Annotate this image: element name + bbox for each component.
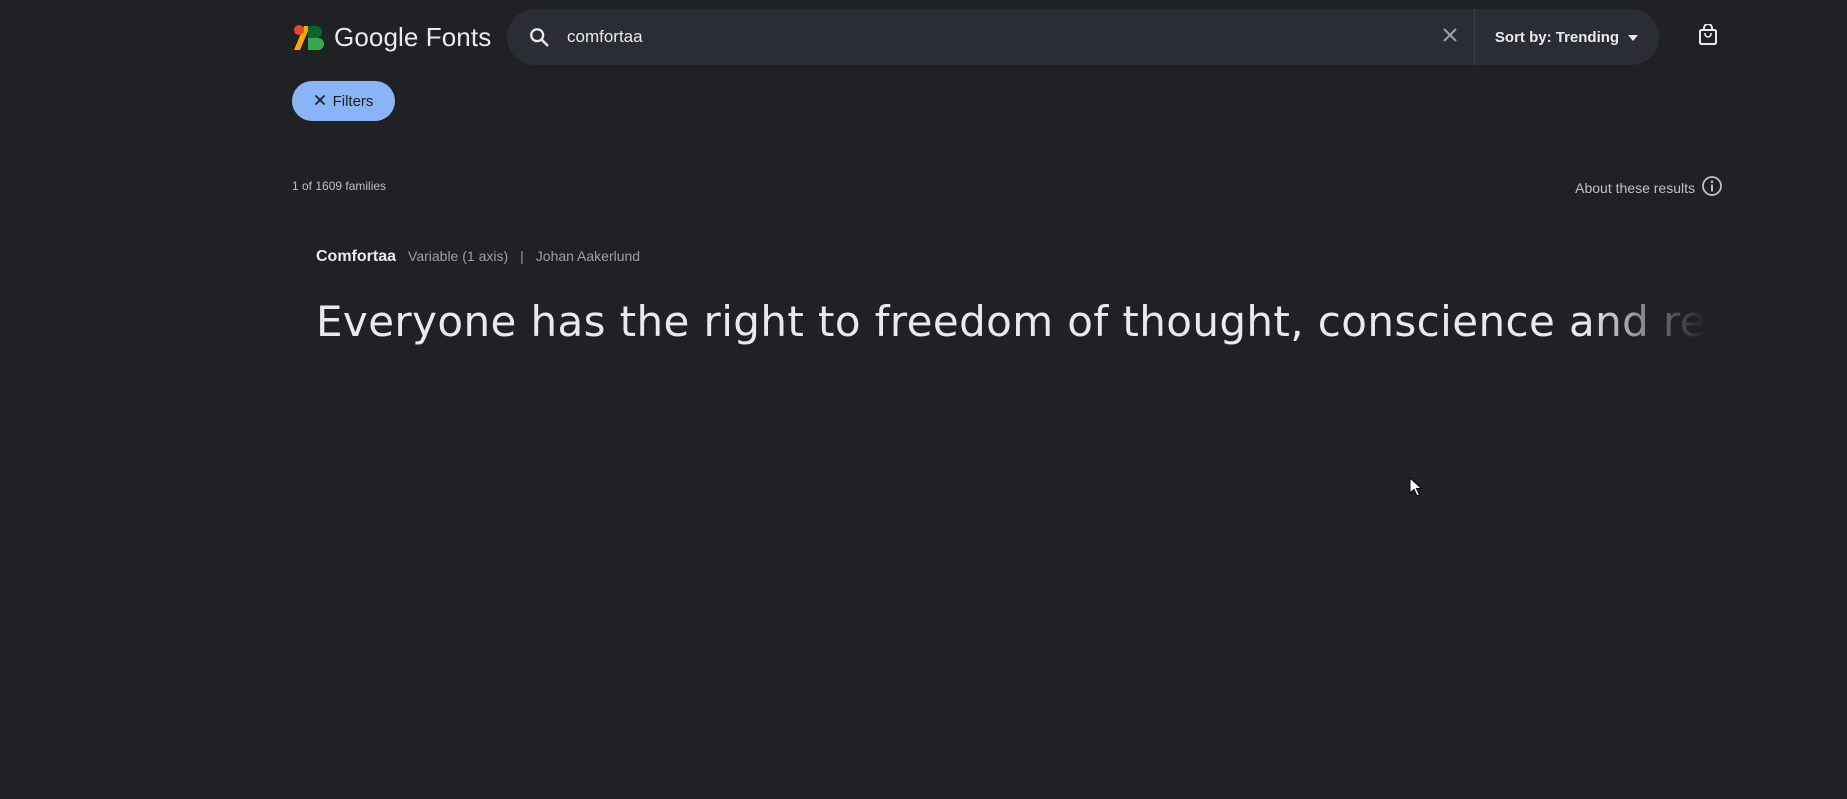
result-count: 1 of 1609 families: [292, 179, 387, 193]
font-axis-info: Variable (1 axis): [408, 248, 509, 264]
about-results-label: About these results: [1575, 179, 1695, 196]
caret-down-icon: [1627, 29, 1639, 46]
filters-button[interactable]: Filters: [292, 81, 395, 121]
font-preview-text: Everyone has the right to freedom of tho…: [316, 297, 1706, 346]
search-icon: [511, 9, 567, 65]
google-fonts-logo-icon: [292, 24, 324, 52]
meta-separator: |: [520, 248, 524, 264]
google-fonts-logo[interactable]: Google Fonts: [292, 22, 491, 53]
search-bar: Sort by: Trending: [507, 9, 1659, 65]
font-name: Comfortaa: [316, 248, 397, 265]
shopping-bag-icon: [1698, 22, 1718, 51]
clear-search-button[interactable]: [1426, 9, 1474, 65]
font-card[interactable]: Comfortaa Variable (1 axis) | Johan Aake…: [292, 236, 1726, 366]
sort-label: Sort by: Trending: [1494, 28, 1620, 46]
about-results-link[interactable]: About these results: [1575, 175, 1723, 200]
sort-dropdown[interactable]: Sort by: Trending: [1475, 9, 1659, 65]
google-fonts-page: Google Fonts Sort by: Trending: [0, 0, 1847, 799]
mouse-cursor-icon: [1409, 476, 1423, 502]
close-icon: [314, 93, 326, 110]
font-preview: Everyone has the right to freedom of tho…: [316, 290, 1706, 354]
selected-families-button[interactable]: [1692, 21, 1724, 53]
close-icon: [1442, 27, 1458, 48]
info-icon: [1701, 175, 1723, 200]
logo-text: Google Fonts: [334, 22, 492, 52]
font-designer: Johan Aakerlund: [535, 248, 641, 264]
font-meta: Comfortaa Variable (1 axis) | Johan Aake…: [316, 248, 640, 266]
search-input[interactable]: [567, 9, 1426, 65]
filters-label: Filters: [332, 92, 374, 110]
